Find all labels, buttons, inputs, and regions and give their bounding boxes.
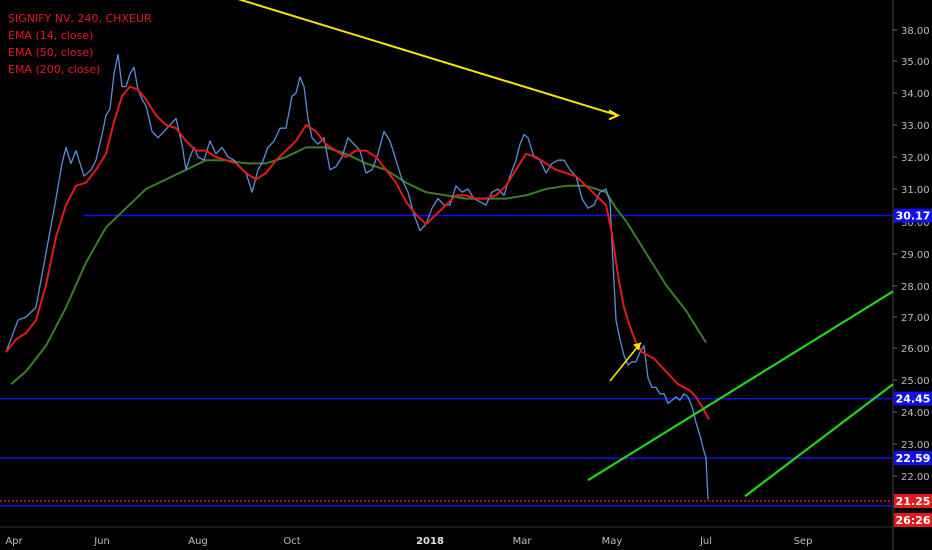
- y-tick-label: 38.00: [901, 26, 930, 37]
- y-tick-label: 26.00: [901, 344, 930, 355]
- channel-line: [744, 383, 894, 498]
- x-tick-label: Aug: [188, 536, 208, 547]
- channel-line: [587, 290, 894, 482]
- y-tick-label: 25.00: [901, 376, 930, 387]
- ema50-legend: EMA (50, close): [8, 46, 94, 59]
- x-tick-label: Apr: [5, 536, 23, 547]
- x-tick-label: Oct: [283, 536, 300, 547]
- y-tick-label: 29.00: [901, 250, 930, 261]
- chart-area[interactable]: 38.00 35.00 34.00 33.00 32.00 31.00 30.00 29.00…: [0, 0, 932, 550]
- x-tick-label: 2018: [416, 536, 444, 547]
- x-tick-label: Jun: [93, 536, 110, 547]
- y-tick-label: 35.00: [901, 57, 930, 68]
- y-tick-label: 27.00: [901, 313, 930, 324]
- ema50-line: [10, 146, 707, 385]
- chart-legend: SIGNIFY NV, 240, CHXEUR EMA (14, close) …: [8, 10, 152, 78]
- ema14-legend: EMA (14, close): [8, 29, 94, 42]
- price-label: 24.45: [896, 393, 931, 406]
- y-tick-label: 23.00: [901, 440, 930, 451]
- downtrend-line: [237, 0, 619, 117]
- bar-countdown: 26:26: [895, 514, 930, 527]
- y-tick-label: 22.00: [901, 472, 930, 483]
- y-tick-label: 33.00: [901, 121, 930, 132]
- x-tick-label: Jul: [699, 536, 712, 547]
- symbol-title: SIGNIFY NV, 240, CHXEUR: [8, 12, 152, 25]
- ema14-line: [5, 85, 710, 420]
- y-tick-label: 32.00: [901, 153, 930, 164]
- price-label: 22.59: [896, 452, 931, 465]
- x-tick-label: May: [602, 536, 623, 547]
- y-tick-label: 28.00: [901, 282, 930, 293]
- ema200-legend: EMA (200, close): [8, 63, 101, 76]
- y-tick-label: 31.00: [901, 185, 930, 196]
- x-tick-label: Sep: [794, 536, 813, 547]
- y-tick-label: 34.00: [901, 89, 930, 100]
- price-line: [5, 53, 709, 500]
- y-tick-label: 24.00: [901, 408, 930, 419]
- price-label: 21.25: [896, 495, 931, 508]
- price-chart[interactable]: 38.0035.0034.0033.0032.0031.0030.0029.00…: [0, 0, 932, 550]
- x-tick-label: Mar: [513, 536, 533, 547]
- price-label: 30.17: [896, 210, 931, 223]
